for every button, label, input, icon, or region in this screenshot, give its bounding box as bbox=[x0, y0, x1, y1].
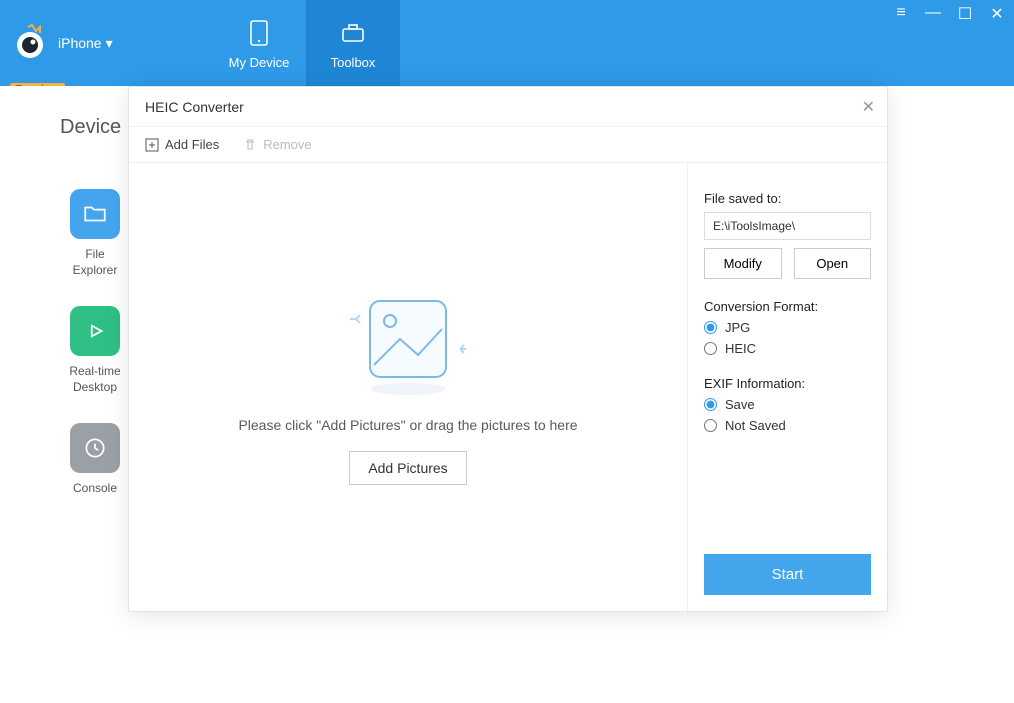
app-header: iPhone ▾ Premium My Device Toolbox ≡ — ☐… bbox=[0, 0, 1014, 86]
radio-exif-notsaved[interactable]: Not Saved bbox=[704, 418, 871, 433]
open-button[interactable]: Open bbox=[794, 248, 872, 279]
maximize-icon[interactable]: ☐ bbox=[956, 4, 974, 24]
nav-tabs: My Device Toolbox bbox=[212, 0, 400, 86]
remove-label: Remove bbox=[263, 137, 311, 152]
drop-message: Please click "Add Pictures" or drag the … bbox=[238, 417, 577, 433]
image-placeholder-icon bbox=[338, 289, 478, 399]
close-window-icon[interactable]: ✕ bbox=[988, 4, 1006, 24]
radio-exif-notsaved-label: Not Saved bbox=[725, 418, 786, 433]
conversion-format-section: Conversion Format: JPG HEIC bbox=[704, 299, 871, 356]
radio-jpg[interactable]: JPG bbox=[704, 320, 871, 335]
add-files-label: Add Files bbox=[165, 137, 219, 152]
minimize-icon[interactable]: — bbox=[924, 4, 942, 24]
tile-label: File Explorer bbox=[73, 247, 118, 278]
tile-label: Real-time Desktop bbox=[69, 364, 120, 395]
modify-button[interactable]: Modify bbox=[704, 248, 782, 279]
toolbox-icon bbox=[337, 17, 369, 49]
file-saved-to-label: File saved to: bbox=[704, 191, 871, 206]
device-selector-label: iPhone bbox=[58, 35, 102, 51]
tile-console[interactable]: Console bbox=[60, 423, 130, 497]
add-files-button[interactable]: Add Files bbox=[145, 137, 219, 152]
modal-toolbar: Add Files Remove bbox=[129, 127, 887, 163]
tile-file-explorer[interactable]: File Explorer bbox=[60, 189, 130, 278]
device-selector[interactable]: iPhone ▾ bbox=[58, 35, 113, 52]
heic-converter-modal: HEIC Converter ✕ Add Files Remove bbox=[128, 86, 888, 612]
tab-my-device[interactable]: My Device bbox=[212, 0, 306, 86]
play-icon bbox=[70, 306, 120, 356]
app-logo-icon bbox=[10, 23, 50, 63]
tab-toolbox[interactable]: Toolbox bbox=[306, 0, 400, 86]
tab-toolbox-label: Toolbox bbox=[331, 55, 376, 70]
remove-button: Remove bbox=[243, 137, 311, 152]
radio-heic-input[interactable] bbox=[704, 342, 717, 355]
radio-exif-notsaved-input[interactable] bbox=[704, 419, 717, 432]
tab-my-device-label: My Device bbox=[229, 55, 290, 70]
logo-area: iPhone ▾ Premium bbox=[0, 0, 212, 86]
radio-heic-label: HEIC bbox=[725, 341, 756, 356]
radio-exif-save-input[interactable] bbox=[704, 398, 717, 411]
exif-label: EXIF Information: bbox=[704, 376, 871, 391]
modal-title-text: HEIC Converter bbox=[145, 99, 244, 115]
window-controls: ≡ — ☐ ✕ bbox=[892, 4, 1006, 24]
menu-icon[interactable]: ≡ bbox=[892, 4, 910, 24]
drop-area[interactable]: Please click "Add Pictures" or drag the … bbox=[129, 163, 687, 611]
radio-jpg-label: JPG bbox=[725, 320, 750, 335]
radio-exif-save-label: Save bbox=[725, 397, 755, 412]
close-icon[interactable]: ✕ bbox=[862, 97, 875, 117]
chevron-down-icon: ▾ bbox=[106, 35, 113, 52]
modal-body: Please click "Add Pictures" or drag the … bbox=[129, 163, 887, 611]
clock-icon bbox=[70, 423, 120, 473]
file-saved-to-path[interactable]: E:\iToolsImage\ bbox=[704, 212, 871, 240]
trash-icon bbox=[243, 138, 257, 152]
exif-section: EXIF Information: Save Not Saved bbox=[704, 376, 871, 433]
tile-label: Console bbox=[73, 481, 117, 497]
file-saved-to-section: File saved to: E:\iToolsImage\ Modify Op… bbox=[704, 191, 871, 279]
tablet-icon bbox=[243, 17, 275, 49]
modal-titlebar: HEIC Converter ✕ bbox=[129, 87, 887, 127]
radio-heic[interactable]: HEIC bbox=[704, 341, 871, 356]
start-button[interactable]: Start bbox=[704, 554, 871, 595]
plus-box-icon bbox=[145, 138, 159, 152]
side-panel: File saved to: E:\iToolsImage\ Modify Op… bbox=[687, 163, 887, 611]
conversion-format-label: Conversion Format: bbox=[704, 299, 871, 314]
folder-icon bbox=[70, 189, 120, 239]
radio-jpg-input[interactable] bbox=[704, 321, 717, 334]
tile-realtime-desktop[interactable]: Real-time Desktop bbox=[60, 306, 130, 395]
add-pictures-button[interactable]: Add Pictures bbox=[349, 451, 466, 485]
radio-exif-save[interactable]: Save bbox=[704, 397, 871, 412]
